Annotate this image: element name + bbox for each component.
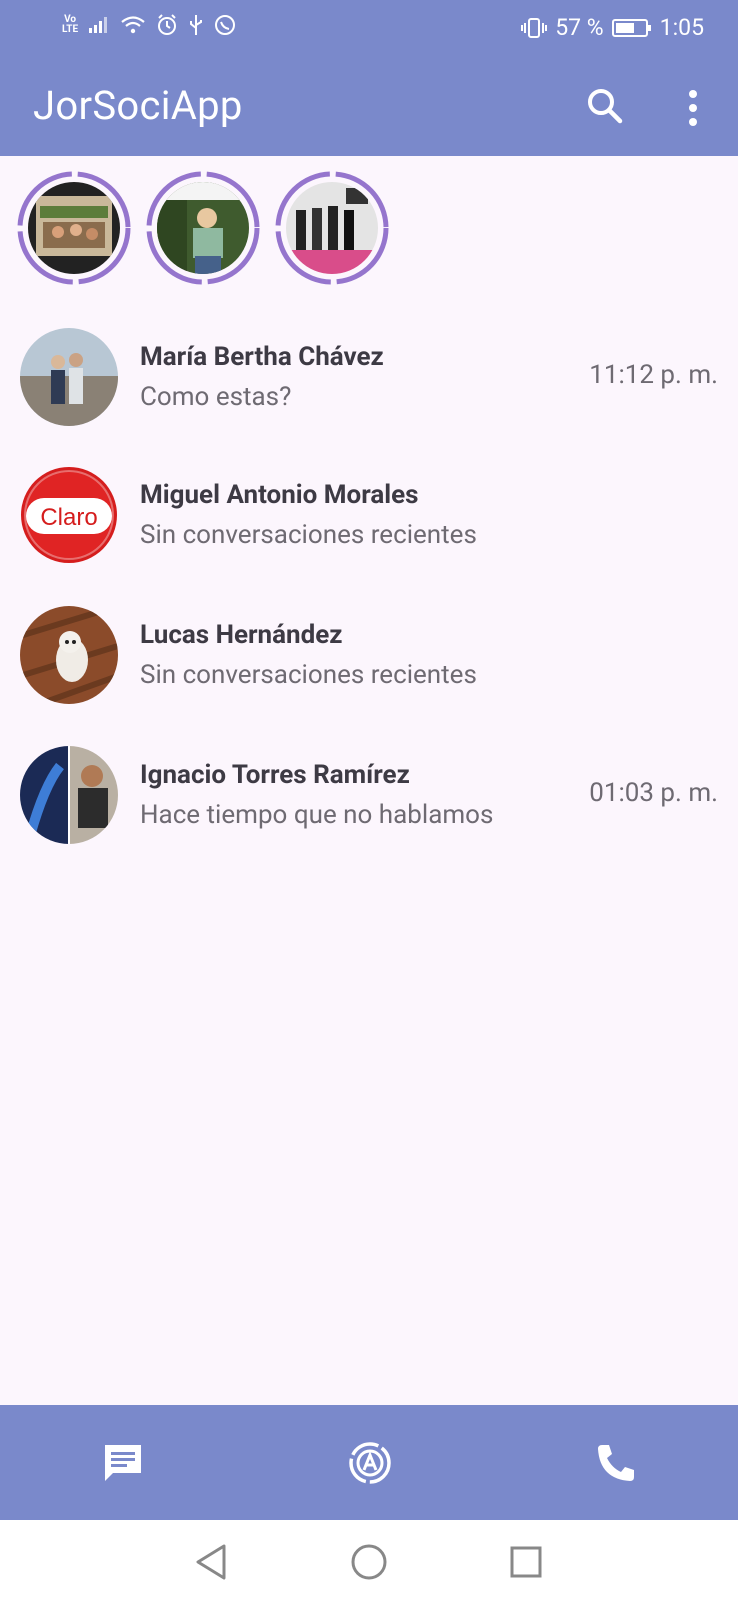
clock: 1:05 (659, 14, 704, 41)
last-message: Sin conversaciones recientes (140, 660, 477, 690)
last-message: Sin conversaciones recientes (140, 520, 477, 550)
story-3[interactable] (274, 170, 390, 286)
volte-icon: Vo LTE (62, 14, 79, 35)
story-1[interactable] (16, 170, 132, 286)
system-navigation-bar (0, 1520, 738, 1600)
overflow-menu-button[interactable] (678, 86, 708, 130)
back-triangle-icon (196, 1544, 226, 1580)
status-icons-right: 57 % 1:05 (521, 14, 704, 41)
chat-row[interactable]: Claro Miguel Antonio Morales Sin convers… (0, 458, 738, 588)
story-photo (28, 182, 120, 274)
calls-tab[interactable] (588, 1435, 644, 1491)
message-time: 01:03 p. m. (589, 778, 718, 808)
search-button[interactable] (583, 84, 627, 128)
recents-square-icon (510, 1546, 542, 1578)
contact-name: Miguel Antonio Morales (140, 480, 419, 510)
avatar (20, 606, 118, 704)
bottom-navigation (0, 1405, 738, 1520)
app-title: JorSociApp (33, 82, 243, 129)
more-vert-icon (689, 90, 697, 126)
contact-name: Lucas Hernández (140, 620, 343, 650)
chat-row[interactable]: María Bertha Chávez Como estas? 11:12 p.… (0, 320, 738, 450)
contact-name: Ignacio Torres Ramírez (140, 760, 410, 790)
battery-icon (611, 18, 651, 37)
whatsapp-icon (215, 15, 236, 35)
last-message: Como estas? (140, 382, 292, 412)
story-2[interactable] (145, 170, 261, 286)
last-message: Hace tiempo que no hablamos (140, 800, 494, 830)
status-icon (349, 1442, 391, 1484)
chats-tab[interactable] (95, 1435, 151, 1491)
home-circle-icon (351, 1544, 387, 1580)
chat-icon (105, 1445, 141, 1481)
recents-button[interactable] (506, 1542, 546, 1582)
status-icons-left: Vo LTE (62, 14, 236, 36)
avatar (20, 328, 118, 426)
wifi-icon (121, 16, 145, 34)
app-bar: JorSociApp (0, 58, 738, 156)
story-photo (157, 182, 249, 274)
back-button[interactable] (192, 1542, 232, 1582)
search-icon (588, 89, 623, 124)
avatar: Claro (20, 466, 118, 564)
story-photo (286, 182, 378, 274)
chat-row[interactable]: Ignacio Torres Ramírez Hace tiempo que n… (0, 738, 738, 868)
status-tab[interactable] (342, 1435, 398, 1491)
message-time: 11:12 p. m. (589, 360, 718, 390)
claro-logo-text: Claro (40, 504, 97, 531)
battery-percent: 57 % (555, 14, 604, 41)
home-button[interactable] (349, 1542, 389, 1582)
chat-row[interactable]: Lucas Hernández Sin conversaciones recie… (0, 598, 738, 728)
phone-icon (598, 1445, 634, 1481)
usb-icon (190, 15, 203, 35)
stories-row (0, 158, 738, 298)
status-bar: Vo LTE 57 % 1:05 (0, 0, 738, 58)
alarm-icon (158, 14, 177, 35)
avatar (20, 746, 118, 844)
vibrate-icon (521, 17, 548, 38)
signal-icon (89, 17, 108, 33)
contact-name: María Bertha Chávez (140, 342, 384, 372)
